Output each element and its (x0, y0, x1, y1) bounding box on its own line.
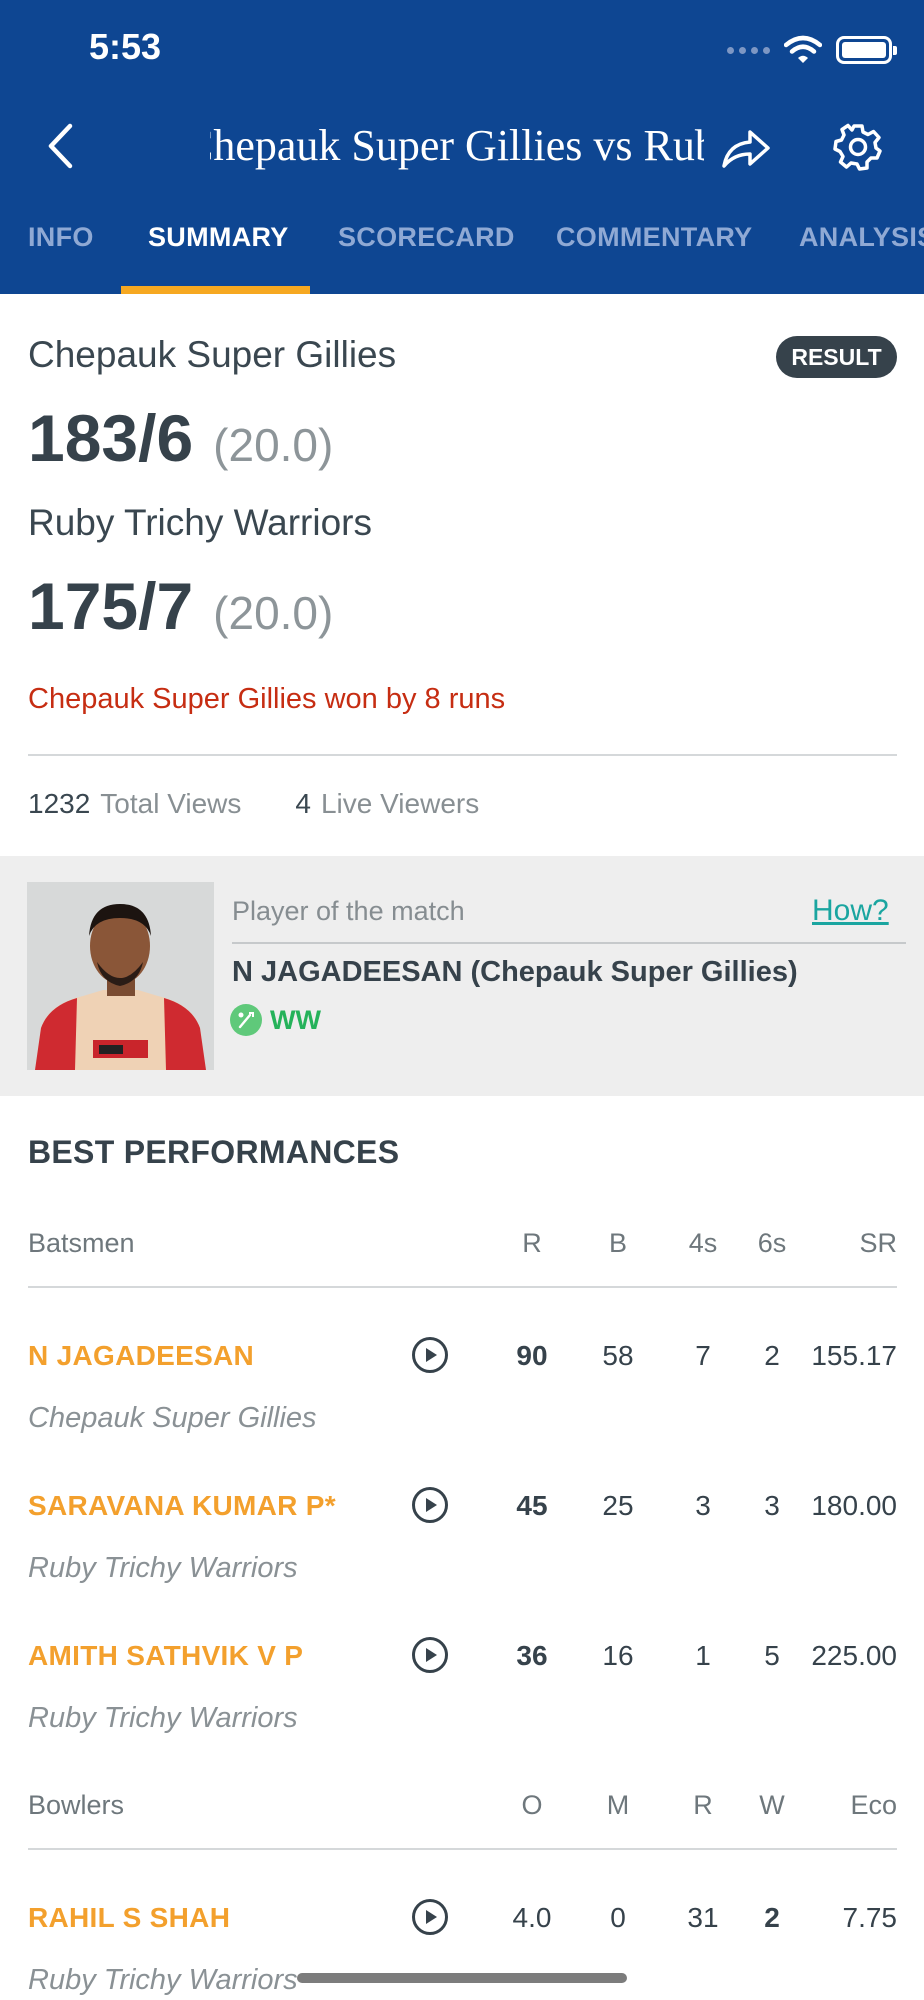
settings-button[interactable] (832, 120, 884, 174)
runs-conceded-header: R (693, 1790, 713, 1820)
team2-score-line: 175/7 (20.0) (28, 568, 333, 644)
play-icon[interactable] (411, 1636, 449, 1674)
team1-score: 183/6 (28, 401, 194, 475)
bowler-row[interactable]: RAHIL S SHAH Ruby Trichy Warriors 4.0 0 … (28, 1899, 898, 2000)
share-button[interactable] (720, 122, 772, 174)
match-title-container: Chepauk Super Gillies vs Ruby Trichy War… (210, 116, 704, 176)
player-of-match-label: Player of the match (232, 896, 465, 926)
live-viewers-count: 4 (295, 788, 311, 819)
chevron-left-icon (48, 123, 73, 169)
player-role: WW (230, 1004, 321, 1036)
balls: 25 (602, 1490, 634, 1521)
how-link[interactable]: How? (812, 894, 889, 928)
tab-commentary[interactable]: COMMENTARY (556, 214, 752, 294)
live-viewers-label: Live Viewers (320, 788, 480, 819)
team2-name: Ruby Trichy Warriors (28, 502, 373, 543)
runs-conceded: 31 (687, 1902, 719, 1933)
divider (28, 1286, 897, 1288)
fours-header: 4s (688, 1228, 718, 1258)
batsman-row[interactable]: AMITH SATHVIK V P Ruby Trichy Warriors 3… (28, 1637, 897, 1750)
overs: 4.0 (512, 1902, 552, 1933)
batting-header: Batsmen R B 4s 6s SR (28, 1228, 897, 1268)
batsman-name[interactable]: SARAVANA KUMAR P* (28, 1490, 336, 1522)
play-icon[interactable] (411, 1486, 449, 1524)
batsman-team: Chepauk Super Gillies (28, 1402, 317, 1434)
batsman-name[interactable]: N JAGADEESAN (28, 1340, 254, 1372)
tab-scorecard[interactable]: SCORECARD (338, 214, 515, 294)
active-tab-indicator (121, 286, 310, 294)
fours: 7 (695, 1340, 711, 1371)
overs-header: O (521, 1790, 543, 1820)
strike-rate: 225.00 (811, 1640, 897, 1671)
batsman-row[interactable]: SARAVANA KUMAR P* Ruby Trichy Warriors 4… (28, 1487, 897, 1600)
tab-bar: INFO SUMMARY SCORECARD COMMENTARY ANALYS… (0, 214, 924, 294)
best-performances-title: BEST PERFORMANCES (28, 1134, 400, 1170)
divider (28, 754, 897, 756)
runs-header: R (522, 1228, 542, 1258)
view-stats: 1232 Total Views 4 Live Viewers (28, 788, 479, 820)
team1-name: Chepauk Super Gillies (28, 334, 397, 375)
total-views-label: Total Views (100, 788, 242, 819)
play-icon[interactable] (411, 1336, 449, 1374)
batsman-team: Ruby Trichy Warriors (28, 1702, 298, 1734)
bowler-name[interactable]: RAHIL S SHAH (28, 1902, 230, 1934)
strike-rate: 180.00 (811, 1490, 897, 1521)
player-of-match-card[interactable]: Player of the match How? N JAGADEESAN (C… (0, 856, 924, 1096)
runs: 90 (516, 1340, 548, 1371)
match-title: Chepauk Super Gillies vs Ruby Trichy War… (210, 121, 704, 170)
total-views-count: 1232 (28, 788, 91, 819)
strike-rate-header: SR (859, 1228, 897, 1258)
wicketkeeper-icon (230, 1004, 262, 1036)
team2-score: 175/7 (28, 569, 194, 643)
runs: 45 (516, 1490, 548, 1521)
balls: 16 (602, 1640, 634, 1671)
bowling-header: Bowlers O M R W Eco (28, 1790, 897, 1830)
batsmen-header: Batsmen (28, 1228, 135, 1258)
tab-summary[interactable]: SUMMARY (148, 214, 289, 294)
batsman-team: Ruby Trichy Warriors (28, 1552, 298, 1584)
player-photo (27, 882, 214, 1070)
maidens-header: M (606, 1790, 630, 1820)
result-badge: RESULT (776, 336, 897, 378)
maidens: 0 (610, 1902, 626, 1933)
divider (232, 942, 906, 944)
balls-header: B (608, 1228, 627, 1258)
gear-icon (833, 123, 882, 171)
wifi-icon (784, 35, 822, 63)
strike-rate: 155.17 (811, 1340, 897, 1371)
balls: 58 (602, 1340, 634, 1371)
status-time: 5:53 (89, 26, 162, 67)
divider (28, 1848, 897, 1850)
fours: 1 (695, 1640, 711, 1671)
fours: 3 (695, 1490, 711, 1521)
team1-overs: (20.0) (213, 419, 334, 471)
team1-score-line: 183/6 (20.0) (28, 400, 333, 476)
status-icons (727, 30, 897, 70)
match-result: Chepauk Super Gillies won by 8 runs (28, 683, 506, 715)
app-header: 5:53 Chepauk Super Gillies vs Ruby Trich… (0, 0, 924, 294)
economy: 7.75 (842, 1902, 898, 1933)
battery-icon (836, 36, 897, 64)
runs: 36 (516, 1640, 548, 1671)
bowlers-header: Bowlers (28, 1790, 125, 1820)
economy-header: Eco (850, 1790, 897, 1820)
batsman-name[interactable]: AMITH SATHVIK V P (28, 1640, 303, 1672)
player-of-match-name: N JAGADEESAN (Chepauk Super Gillies) (232, 956, 798, 988)
signal-icon (727, 46, 770, 54)
player-role-text: WW (270, 1004, 321, 1035)
back-button[interactable] (38, 118, 82, 174)
share-icon (722, 130, 770, 168)
home-indicator (297, 1973, 627, 1983)
tab-analysis[interactable]: ANALYSIS (799, 214, 924, 294)
team2-overs: (20.0) (213, 587, 334, 639)
play-icon[interactable] (411, 1898, 449, 1936)
batsman-row[interactable]: N JAGADEESAN Chepauk Super Gillies 90 58… (28, 1337, 897, 1450)
bowler-team: Ruby Trichy Warriors (28, 1964, 298, 1996)
tab-info[interactable]: INFO (28, 214, 94, 294)
